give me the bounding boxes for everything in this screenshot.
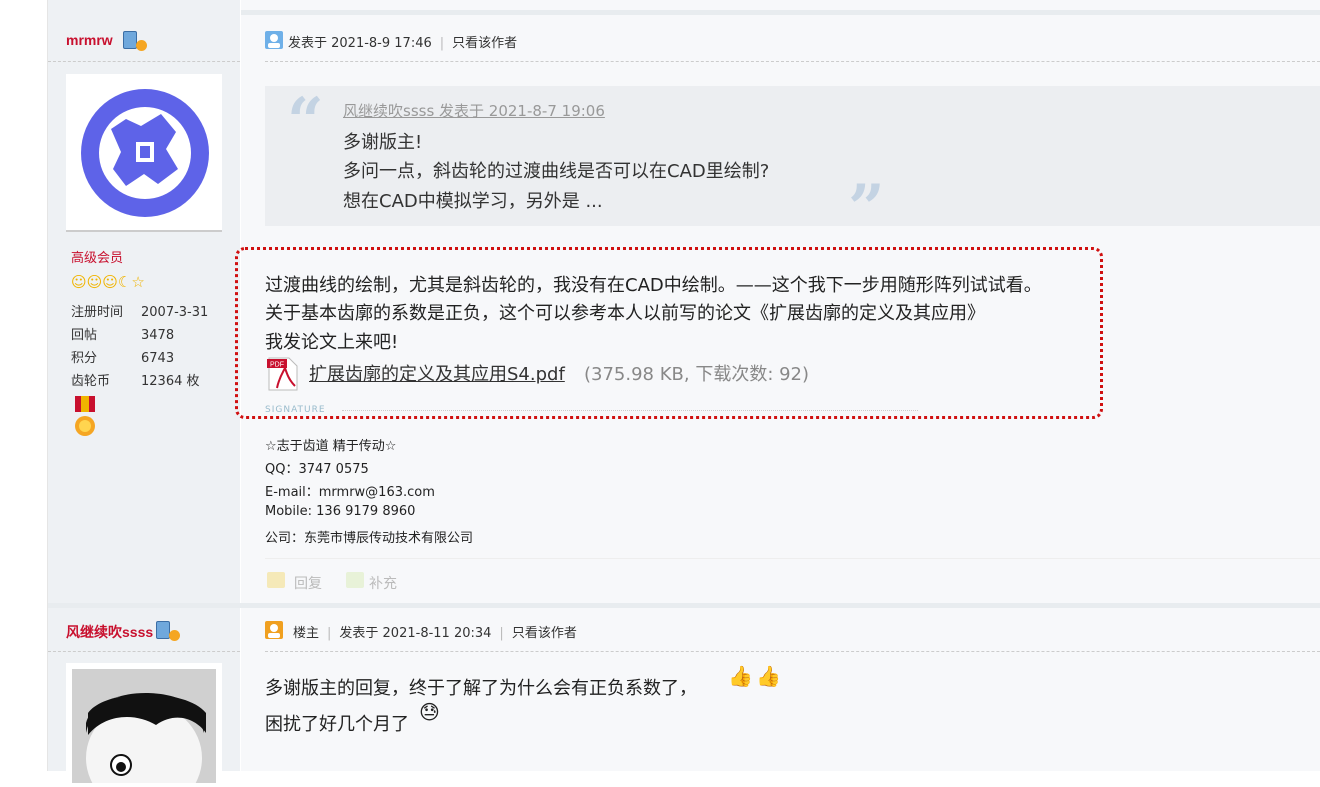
stat-row: 注册时间 2007-3-31 [71,301,208,320]
signature-line: QQ：3747 0575 [265,462,369,477]
user-level-icons: ☺☺☺☾☆ [71,273,145,291]
only-author-link[interactable]: 只看该作者 [452,36,517,51]
sidebar-divider [48,61,240,62]
signature-line: ☆志于齿道 精于传动☆ [265,439,397,454]
owner-badge: 楼主 [293,626,320,641]
attachment-meta: (375.98 KB, 下载次数: 92) [584,364,810,385]
pdf-icon[interactable]: PDF [265,356,301,392]
verified-badge-icon [169,630,180,641]
stat-key: 齿轮币 [71,374,111,389]
quote-block: “ 风继续吹ssss 发表于 2021-8-7 19:06 多谢版主! 多问一点… [265,84,1320,246]
stat-row: 齿轮币 12364 枚 [71,370,200,389]
stat-key: 回帖 [71,328,98,343]
signature-line: E-mail：mrmrw@163.com [265,485,435,500]
stat-row: 积分 6743 [71,347,174,366]
thumbs-up-icon: 👍 [728,664,753,688]
user-rank: 高级会员 [71,251,124,266]
medal-icon[interactable] [73,396,97,438]
stat-value[interactable]: 3478 [141,328,174,343]
stat-value: 12364 枚 [141,374,200,389]
sidebar-divider [48,651,240,652]
avatar[interactable] [66,663,222,787]
post-body-line: 困扰了好几个月了 [265,714,409,735]
signature-label: SIGNATURE [265,405,326,415]
only-author-link[interactable]: 只看该作者 [512,626,577,641]
sweat-face-icon: 😓 [419,700,440,724]
verified-badge-icon [136,40,147,51]
post-divider [48,603,1320,608]
supplement-button[interactable]: 补充 [369,573,397,593]
stat-value: 2007-3-31 [141,305,209,320]
post-time: 发表于 2021-8-9 17:46 [288,36,432,51]
post1-username[interactable]: mrmrw [66,32,113,48]
mobile-icon [123,31,137,49]
thumbs-up-icon: 👍 [756,664,781,688]
cartoon-avatar-icon [72,669,216,787]
stat-row: 回帖 3478 [71,324,174,343]
signature-line: Mobile: 136 9179 8960 [265,504,416,519]
header-divider [265,651,1320,652]
post-time: 发表于 2021-8-11 20:34 [339,626,492,641]
header-divider [265,61,1320,62]
post-body-line: 多谢版主的回复，终于了解了为什么会有正负系数了， [265,678,697,699]
post-meta: 发表于 2021-8-9 17:46 | 只看该作者 [288,36,518,51]
user-post-icon [265,31,283,49]
quote-line: 想在CAD中模拟学习，另外是 ... [343,191,603,212]
signature-line: 公司：东莞市博辰传动技术有限公司 [265,531,474,546]
post-divider-top [241,10,1320,15]
reply-icon[interactable] [267,572,285,588]
mobile-icon [156,621,170,639]
owner-icon [265,621,283,639]
supplement-icon[interactable] [346,572,364,588]
quote-open-icon: “ [287,84,324,159]
gear-logo-icon [81,89,209,217]
attachment-link[interactable]: 扩展齿廓的定义及其应用S4.pdf [309,360,565,386]
post-meta: 楼主 | 发表于 2021-8-11 20:34 | 只看该作者 [293,626,577,641]
quote-source-link[interactable]: 风继续吹ssss 发表于 2021-8-7 19:06 [343,100,605,121]
post-body-line: 我发论文上来吧! [265,332,399,353]
quote-close-icon: ” [848,171,885,246]
post-body-line: 过渡曲线的绘制，尤其是斜齿轮的，我没有在CAD中绘制。——这个我下一步用随形阵列… [265,275,1042,296]
post-body-line: 关于基本齿廓的系数是正负，这个可以参考本人以前写的论文《扩展齿廓的定义及其应用》 [265,303,985,324]
page-gutter [0,0,48,771]
signature-divider [342,410,918,411]
post2-username[interactable]: 风继续吹ssss [66,622,153,642]
actions-divider [265,558,1320,559]
quote-line: 多问一点，斜齿轮的过渡曲线是否可以在CAD里绘制? [343,161,770,182]
avatar[interactable] [66,74,222,232]
quote-line: 多谢版主! [343,132,423,153]
stat-key: 积分 [71,351,98,366]
stat-value: 6743 [141,351,175,366]
stat-key: 注册时间 [71,305,124,320]
svg-text:PDF: PDF [270,362,284,369]
reply-button[interactable]: 回复 [294,573,322,593]
